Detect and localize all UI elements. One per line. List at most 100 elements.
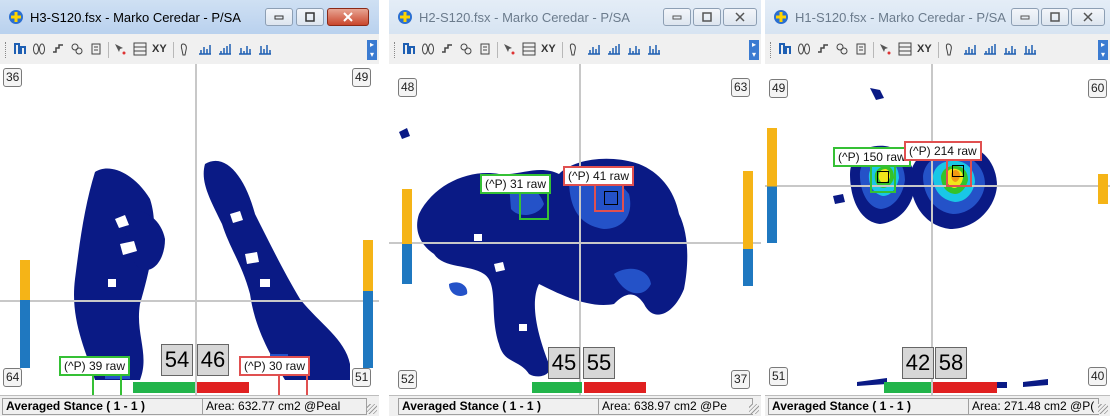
- right-peak-box: [278, 374, 308, 396]
- left-peak-box: [92, 374, 122, 396]
- stance-status: Averaged Stance ( 1 - 1 ): [768, 398, 969, 415]
- toolbar-overflow-button[interactable]: ▸ ▾: [1098, 40, 1108, 60]
- window-gap: [379, 0, 389, 416]
- stance-status: Averaged Stance ( 1 - 1 ): [2, 398, 203, 415]
- toolbar-overflow-button[interactable]: ▸ ▾: [367, 40, 377, 60]
- xy-button[interactable]: XY: [541, 43, 556, 55]
- right-percent: 58: [935, 347, 967, 379]
- close-icon: [1083, 12, 1093, 22]
- window-title: H3-S120.fsx - Marko Ceredar - P/SA: [30, 10, 241, 25]
- right-load-bar: [933, 382, 997, 393]
- corner-top-right: 63: [731, 78, 751, 97]
- foot-icon[interactable]: [567, 42, 581, 56]
- horizontal-axis-line: [0, 300, 379, 302]
- right-percent: 46: [197, 344, 229, 376]
- cursor-icon[interactable]: [878, 42, 892, 56]
- stance-status: Averaged Stance ( 1 - 1 ): [398, 398, 599, 415]
- right-peak-label: (^P) 41 raw: [563, 166, 634, 186]
- footprints-icon[interactable]: [797, 42, 811, 56]
- cursor-icon[interactable]: [113, 42, 127, 56]
- xy-button[interactable]: XY: [152, 43, 167, 55]
- steps-icon[interactable]: [816, 42, 830, 56]
- close-button[interactable]: [327, 8, 369, 26]
- chart3-icon[interactable]: [238, 42, 252, 56]
- right-peak-label: (^P) 30 raw: [239, 356, 310, 376]
- toolbar-grip[interactable]: [5, 42, 9, 58]
- chart2-icon[interactable]: [983, 42, 997, 56]
- left-peak-label: (^P) 31 raw: [480, 174, 551, 194]
- left-percent: 45: [548, 347, 580, 379]
- area-status: Area: 638.97 cm2 @Pe: [598, 398, 753, 415]
- foot-icon[interactable]: [943, 42, 957, 56]
- toolbar-grip[interactable]: [394, 42, 398, 58]
- sensor-icon[interactable]: [854, 42, 868, 56]
- resize-grip[interactable]: [1098, 404, 1108, 414]
- minimize-button[interactable]: [265, 8, 293, 26]
- maximize-button[interactable]: [693, 8, 721, 26]
- toolbar: XY ▸ ▾: [0, 34, 379, 65]
- grid-icon[interactable]: [133, 42, 147, 56]
- sensor-icon[interactable]: [89, 42, 103, 56]
- zoom-icon[interactable]: [778, 42, 792, 56]
- xy-button[interactable]: XY: [917, 43, 932, 55]
- right-peak-label: (^P) 214 raw: [904, 141, 982, 161]
- toolbar-grip[interactable]: [770, 42, 774, 58]
- area-status: Area: 271.48 cm2 @P(: [968, 398, 1099, 415]
- cursor-icon[interactable]: [502, 42, 516, 56]
- app-icon: [774, 10, 788, 24]
- layers-icon[interactable]: [835, 42, 849, 56]
- footprints-icon[interactable]: [32, 42, 46, 56]
- chart4-icon[interactable]: [1023, 42, 1037, 56]
- chart4-icon[interactable]: [258, 42, 272, 56]
- chart3-icon[interactable]: [1003, 42, 1017, 56]
- window-h3: H3-S120.fsx - Marko Ceredar - P/SA XY ▸ ▾: [0, 0, 379, 416]
- resize-grip[interactable]: [749, 404, 759, 414]
- footprints-icon[interactable]: [421, 42, 435, 56]
- chart4-icon[interactable]: [647, 42, 661, 56]
- zoom-icon[interactable]: [13, 42, 27, 56]
- right-balance-bar: [363, 240, 373, 368]
- toolbar-separator: [108, 42, 109, 58]
- corner-top-left: 48: [398, 78, 418, 97]
- layers-icon[interactable]: [459, 42, 473, 56]
- chart3-icon[interactable]: [627, 42, 641, 56]
- chart2-icon[interactable]: [607, 42, 621, 56]
- right-peak-center: [952, 165, 964, 177]
- pressure-map-canvas[interactable]: 48 63 52 37 (^P) 31 raw (^P) 41 raw 45 5…: [389, 64, 761, 396]
- grid-icon[interactable]: [898, 42, 912, 56]
- steps-icon[interactable]: [440, 42, 454, 56]
- toolbar: XY ▸ ▾: [765, 34, 1110, 65]
- maximize-button[interactable]: [296, 8, 324, 26]
- left-percent: 42: [902, 347, 934, 379]
- window-title: H1-S120.fsx - Marko Ceredar - P/SA: [795, 10, 1006, 25]
- foot-icon[interactable]: [178, 42, 192, 56]
- pressure-map-canvas[interactable]: 36 49 64 51 (^P) 39 raw (^P) 30 raw 54 4…: [0, 64, 379, 396]
- chart1-icon[interactable]: [198, 42, 212, 56]
- pressure-map-canvas[interactable]: 49 60 51 40 (^P) 150 raw (^P) 214 raw 42…: [765, 64, 1110, 396]
- steps-icon[interactable]: [51, 42, 65, 56]
- minimize-button[interactable]: [663, 8, 691, 26]
- chart1-icon[interactable]: [587, 42, 601, 56]
- toolbar-separator: [562, 42, 563, 58]
- minimize-button[interactable]: [1011, 8, 1039, 26]
- chart2-icon[interactable]: [218, 42, 232, 56]
- resize-grip[interactable]: [367, 404, 377, 414]
- window-h1: H1-S120.fsx - Marko Ceredar - P/SA XY ▸ ▾: [765, 0, 1110, 416]
- corner-top-right: 60: [1088, 79, 1108, 98]
- toolbar-overflow-button[interactable]: ▸ ▾: [749, 40, 759, 60]
- title-bar[interactable]: H1-S120.fsx - Marko Ceredar - P/SA: [765, 0, 1110, 34]
- close-button[interactable]: [1071, 8, 1105, 26]
- close-button[interactable]: [723, 8, 757, 26]
- title-bar[interactable]: H3-S120.fsx - Marko Ceredar - P/SA: [0, 0, 379, 34]
- grid-icon[interactable]: [522, 42, 536, 56]
- maximize-button[interactable]: [1041, 8, 1069, 26]
- close-icon: [343, 12, 353, 22]
- chart1-icon[interactable]: [963, 42, 977, 56]
- zoom-icon[interactable]: [402, 42, 416, 56]
- sensor-icon[interactable]: [478, 42, 492, 56]
- left-balance-bar: [402, 189, 412, 284]
- corner-bottom-right: 37: [731, 370, 751, 389]
- layers-icon[interactable]: [70, 42, 84, 56]
- status-bar: Averaged Stance ( 1 - 1 ) Area: 638.97 c…: [389, 395, 761, 416]
- title-bar[interactable]: H2-S120.fsx - Marko Ceredar - P/SA: [389, 0, 761, 34]
